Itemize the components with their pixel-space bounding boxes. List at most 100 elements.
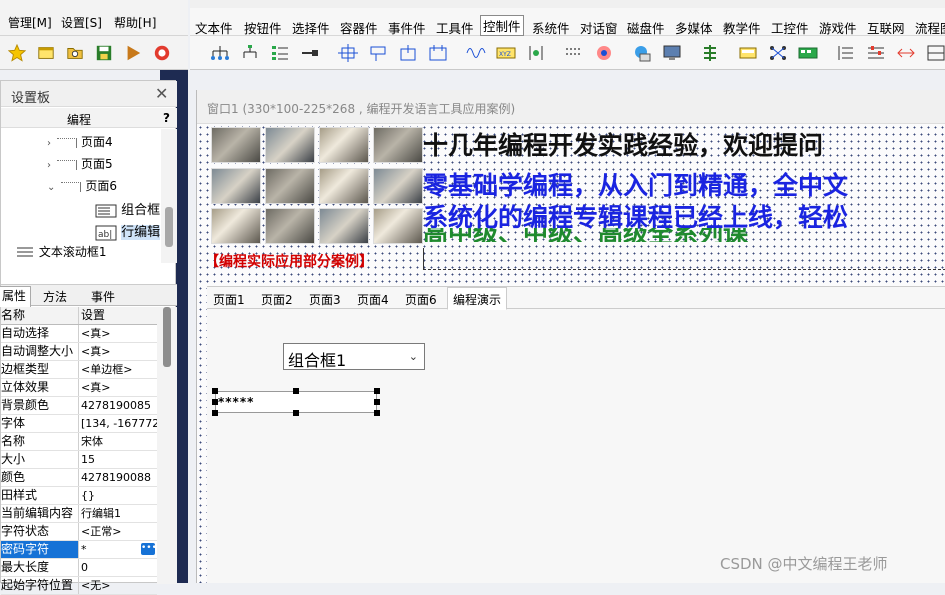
property-value[interactable]: <单边框> [79, 361, 157, 378]
tab-game-components[interactable]: 游戏件 [819, 18, 857, 37]
property-row[interactable]: 背景颜色 4278190085 [1, 397, 157, 415]
help-icon[interactable]: ? [163, 111, 170, 125]
property-row[interactable]: 最大长度 0 [1, 559, 157, 577]
property-value[interactable]: <真> [79, 343, 157, 360]
resize-icon[interactable] [896, 44, 916, 62]
tree-node-page6[interactable]: ⌄ 页面6 [47, 177, 117, 194]
folder-icon[interactable] [66, 44, 84, 62]
tree-node-page5[interactable]: › 页面5 [47, 155, 113, 172]
property-value[interactable]: * ••• [79, 541, 157, 558]
menu-help[interactable]: 帮助[H] [114, 14, 156, 31]
property-scroll-thumb[interactable] [163, 307, 171, 367]
dots-grid-icon[interactable] [564, 44, 584, 62]
stop-icon[interactable] [153, 44, 171, 62]
property-value[interactable]: 0 [79, 559, 157, 576]
property-value[interactable]: 4278190085 [79, 397, 157, 414]
property-row[interactable]: 边框类型 <单边框> [1, 361, 157, 379]
save-icon[interactable] [95, 44, 113, 62]
menu-manage[interactable]: 管理[M] [8, 14, 52, 31]
chevron-down-icon[interactable]: ⌄ [47, 182, 55, 193]
property-grid-scrollbar[interactable] [157, 307, 177, 584]
property-value[interactable]: 行编辑1 [79, 505, 157, 522]
tab-text-components[interactable]: 文本件 [195, 18, 233, 37]
tab-page4[interactable]: 页面4 [357, 291, 389, 308]
tab-disk-components[interactable]: 磁盘件 [627, 18, 665, 37]
window-icon[interactable] [37, 44, 55, 62]
resize-handle[interactable] [293, 410, 299, 416]
tab-dialog-components[interactable]: 对话窗 [580, 18, 618, 37]
property-row[interactable]: 颜色 4278190088 [1, 469, 157, 487]
frame-icon[interactable] [398, 44, 418, 62]
text-scroll-box[interactable] [423, 248, 945, 270]
property-row[interactable]: 名称 宋体 [1, 433, 157, 451]
property-row[interactable]: 自动选择 <真> [1, 325, 157, 343]
property-row[interactable]: 密码字符 * ••• [1, 541, 157, 559]
property-value[interactable]: 4278190088 [79, 469, 157, 486]
tab-events[interactable]: 事件 [91, 288, 115, 305]
bus-icon[interactable] [798, 44, 818, 62]
tab-page6[interactable]: 页面6 [405, 291, 437, 308]
property-value[interactable]: <正常> [79, 523, 157, 540]
tab-event-components[interactable]: 事件件 [388, 18, 426, 37]
tab-flowchart-components[interactable]: 流程图 [915, 18, 945, 37]
property-row[interactable]: 起始字符位置 <无> [1, 577, 157, 595]
tab-tool-components[interactable]: 工具件 [436, 18, 474, 37]
tab-methods[interactable]: 方法 [43, 288, 67, 305]
resize-handle[interactable] [212, 399, 218, 405]
resize-handle[interactable] [212, 388, 218, 394]
tab-page3[interactable]: 页面3 [309, 291, 341, 308]
property-value[interactable]: 宋体 [79, 433, 157, 450]
connector-icon[interactable] [300, 44, 320, 62]
resize-handle[interactable] [293, 388, 299, 394]
wave-icon[interactable] [466, 44, 486, 62]
menu-settings[interactable]: 设置[S] [61, 14, 102, 31]
tree-node-page4[interactable]: › 页面4 [47, 133, 113, 150]
property-row[interactable]: 字体 [134, -167772 [1, 415, 157, 433]
resize-handle[interactable] [374, 410, 380, 416]
property-value[interactable]: <真> [79, 325, 157, 342]
form-canvas[interactable]: 十几年编程开发实践经验，欢迎提问 零基础学编程，从入门到精通，全中文 系统化的编… [197, 124, 945, 583]
close-icon[interactable]: ✕ [155, 84, 168, 103]
align-icon[interactable] [836, 44, 856, 62]
property-row[interactable]: 自动调整大小 <真> [1, 343, 157, 361]
chevron-down-icon[interactable]: ⌄ [409, 350, 418, 363]
property-row[interactable]: 当前编辑内容 行编辑1 [1, 505, 157, 523]
chevron-right-icon[interactable]: › [47, 160, 51, 171]
tree-node-text-scroll-box[interactable]: 文本滚动框1 [15, 243, 106, 260]
property-value[interactable]: <真> [79, 379, 157, 396]
chevron-right-icon[interactable]: › [47, 138, 51, 149]
tree-chart-icon[interactable] [210, 44, 230, 62]
move-icon[interactable] [338, 44, 358, 62]
tree-node-combobox[interactable]: 组合框 [95, 199, 160, 219]
property-value[interactable]: [134, -167772 [79, 415, 157, 432]
sliders-icon[interactable] [866, 44, 886, 62]
bars-icon[interactable] [700, 44, 720, 62]
tab-button-components[interactable]: 按钮件 [244, 18, 282, 37]
tab-page1[interactable]: 页面1 [213, 291, 245, 308]
network-icon[interactable] [768, 44, 788, 62]
property-value[interactable]: <无> [79, 577, 157, 594]
property-row[interactable]: 字符状态 <正常> [1, 523, 157, 541]
property-value[interactable]: {} [79, 487, 157, 504]
combobox-1[interactable]: 组合框1 ⌄ [283, 343, 425, 370]
tab-internet-components[interactable]: 互联网 [867, 18, 905, 37]
target-icon[interactable] [594, 44, 614, 62]
resize-handle[interactable] [374, 399, 380, 405]
tab-select-components[interactable]: 选择件 [292, 18, 330, 37]
property-row[interactable]: 田样式{} [1, 487, 157, 505]
monitor-icon[interactable] [662, 44, 682, 62]
tab-page2[interactable]: 页面2 [261, 291, 293, 308]
tab-industrial-components[interactable]: 工控件 [771, 18, 809, 37]
property-row[interactable]: 立体效果 <真> [1, 379, 157, 397]
tree-scrollbar[interactable] [161, 129, 177, 263]
tree-node-line-edit[interactable]: ab| 行编辑 [95, 221, 161, 241]
tab-programming-demo[interactable]: 编程演示 [447, 287, 508, 310]
tab-system-components[interactable]: 系统件 [532, 18, 570, 37]
tree-scroll-thumb[interactable] [165, 207, 173, 247]
tab-teaching-components[interactable]: 教学件 [723, 18, 761, 37]
property-value[interactable]: 15 [79, 451, 157, 468]
tab-container-components[interactable]: 容器件 [340, 18, 378, 37]
run-icon[interactable] [124, 44, 142, 62]
xyz-icon[interactable]: XYZ [496, 44, 516, 62]
resize-handle[interactable] [374, 388, 380, 394]
